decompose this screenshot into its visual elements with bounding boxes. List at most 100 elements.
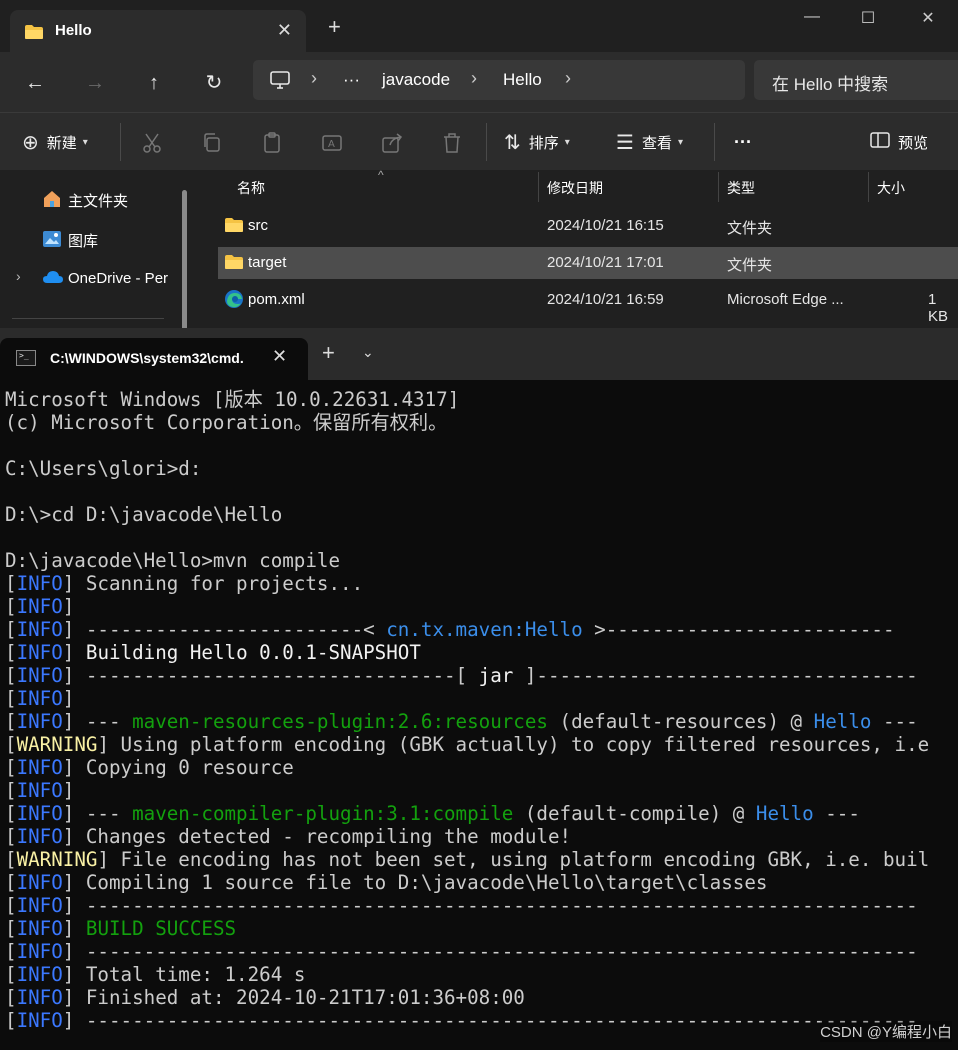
new-button[interactable]: ⊕ 新建 ▾ xyxy=(22,113,88,171)
window-close-button[interactable]: ✕ xyxy=(908,8,948,32)
breadcrumb-more[interactable]: ··· xyxy=(343,70,360,90)
explorer-tab[interactable]: Hello ✕ xyxy=(10,10,306,52)
console-text: [ xyxy=(5,917,17,940)
sidebar-item-home[interactable]: 主文件夹 xyxy=(0,181,180,217)
console-line: [INFO] ---------------------------------… xyxy=(5,1009,958,1032)
close-icon[interactable]: ✕ xyxy=(272,346,287,367)
column-type[interactable]: 类型 xyxy=(727,178,755,198)
console-text: WARNING xyxy=(16,848,98,871)
console-line: [INFO] Scanning for projects... xyxy=(5,572,958,595)
column-divider[interactable] xyxy=(868,172,869,202)
console-text: INFO xyxy=(16,917,63,940)
console-line: [INFO] xyxy=(5,595,958,618)
console-line: [INFO] ---------------------------------… xyxy=(5,940,958,963)
chevron-right-icon[interactable]: › xyxy=(16,268,21,284)
console-text: ] xyxy=(62,687,75,710)
console-line: (c) Microsoft Corporation。保留所有权利。 xyxy=(5,411,958,434)
preview-pane-icon xyxy=(870,131,890,154)
console-text: INFO xyxy=(16,825,63,848)
console-text: ] xyxy=(62,779,75,802)
file-row[interactable]: pom.xml 2024/10/21 16:59 Microsoft Edge … xyxy=(218,284,958,325)
console-text: [ xyxy=(5,664,17,687)
console-text: INFO xyxy=(16,871,63,894)
column-header: 名称 ^ 修改日期 类型 大小 xyxy=(200,168,958,204)
column-divider[interactable] xyxy=(718,172,719,202)
console-text: maven-resources-plugin:2.6:resources xyxy=(132,710,548,733)
forward-arrow-icon[interactable]: → xyxy=(80,68,110,98)
console-text: [ xyxy=(5,986,17,1009)
console-line: [INFO] xyxy=(5,779,958,802)
console-text: Hello xyxy=(755,802,814,825)
new-tab-button[interactable]: + xyxy=(328,16,341,38)
new-tab-button[interactable]: + xyxy=(322,340,335,366)
console-line: D:\javacode\Hello>mvn compile xyxy=(5,549,958,572)
back-arrow-icon[interactable]: ← xyxy=(20,68,50,98)
computer-icon xyxy=(269,70,291,95)
more-options-button[interactable]: ··· xyxy=(734,113,752,171)
file-row-selected[interactable]: target 2024/10/21 17:01 文件夹 xyxy=(218,247,958,279)
navigation-pane: 主文件夹 图库 › OneDrive - Per xyxy=(0,170,192,330)
close-icon[interactable]: ✕ xyxy=(277,20,292,41)
column-divider[interactable] xyxy=(538,172,539,202)
console-line: [INFO] xyxy=(5,687,958,710)
console-text: [ xyxy=(5,848,17,871)
sort-button[interactable]: ⇅ 排序 ▾ xyxy=(504,113,570,171)
chevron-right-icon[interactable]: › xyxy=(311,68,317,89)
svg-text:A: A xyxy=(328,139,335,150)
console-line: [WARNING] Using platform encoding (GBK a… xyxy=(5,733,958,756)
breadcrumb-hello[interactable]: Hello xyxy=(503,70,542,90)
console-line: [INFO] ------------------------< cn.tx.m… xyxy=(5,618,958,641)
sidebar-scrollbar[interactable] xyxy=(182,190,187,330)
chevron-down-icon[interactable]: ⌄ xyxy=(362,344,374,361)
minimize-button[interactable]: — xyxy=(792,8,832,32)
paste-icon[interactable] xyxy=(260,131,284,155)
file-type: Microsoft Edge ... xyxy=(727,291,844,308)
sidebar-item-gallery[interactable]: 图库 xyxy=(0,221,180,257)
console-text: BUILD SUCCESS xyxy=(85,917,237,940)
search-box[interactable]: 在 Hello 中搜索 xyxy=(754,60,958,100)
sidebar-divider xyxy=(12,318,164,319)
folder-icon xyxy=(224,217,244,237)
terminal-tab-title: C:\WINDOWS\system32\cmd. xyxy=(50,350,244,366)
maximize-button[interactable]: ☐ xyxy=(848,8,888,32)
view-label: 查看 xyxy=(641,134,672,152)
copy-icon[interactable] xyxy=(200,131,224,155)
plus-circle-icon: ⊕ xyxy=(22,131,39,154)
rename-icon[interactable]: A xyxy=(320,131,344,155)
console-text: [ xyxy=(5,825,17,848)
console-text: INFO xyxy=(16,986,63,1009)
console-line: D:\>cd D:\javacode\Hello xyxy=(5,503,958,526)
console-text: ] xyxy=(62,917,86,940)
column-size[interactable]: 大小 xyxy=(877,178,905,198)
sidebar-item-onedrive[interactable]: › OneDrive - Per xyxy=(0,261,180,297)
preview-button[interactable]: 预览 xyxy=(870,113,928,171)
column-name[interactable]: 名称 xyxy=(237,178,265,198)
breadcrumb-javacode[interactable]: javacode xyxy=(382,70,450,90)
address-bar[interactable]: › ··· javacode › Hello › xyxy=(253,60,745,100)
console-line: [INFO] --- maven-compiler-plugin:3.1:com… xyxy=(5,802,958,825)
console-text: (default-resources) @ xyxy=(547,710,814,733)
up-arrow-icon[interactable]: ↑ xyxy=(139,68,169,98)
file-size: 1 KB xyxy=(928,291,949,325)
chevron-right-icon[interactable]: › xyxy=(471,68,477,89)
terminal-tab[interactable]: C:\WINDOWS\system32\cmd. ✕ xyxy=(0,338,308,380)
column-modified[interactable]: 修改日期 xyxy=(547,178,603,198)
console-text: ] Total time: 1.264 s xyxy=(62,963,306,986)
file-row[interactable]: src 2024/10/21 16:15 文件夹 xyxy=(218,210,958,242)
console-text: [ xyxy=(5,687,17,710)
console-text: INFO xyxy=(16,756,63,779)
chevron-right-icon[interactable]: › xyxy=(565,68,571,89)
view-button[interactable]: ☰ 查看 ▾ xyxy=(616,113,683,171)
file-name: src xyxy=(248,217,268,234)
console-output[interactable]: Microsoft Windows [版本 10.0.22631.4317] (c… xyxy=(5,388,958,1050)
cut-icon[interactable] xyxy=(140,131,164,155)
console-line: [INFO] --------------------------------[… xyxy=(5,664,958,687)
console-text: D:\>cd D:\javacode\Hello xyxy=(5,503,283,526)
console-line: [INFO] Finished at: 2024-10-21T17:01:36+… xyxy=(5,986,958,1009)
refresh-icon[interactable]: ↻ xyxy=(199,68,229,98)
share-icon[interactable] xyxy=(380,131,404,155)
new-label: 新建 xyxy=(46,134,77,152)
console-text: ] Finished at: 2024-10-21T17:01:36+08:00 xyxy=(62,986,525,1009)
delete-icon[interactable] xyxy=(440,131,464,155)
